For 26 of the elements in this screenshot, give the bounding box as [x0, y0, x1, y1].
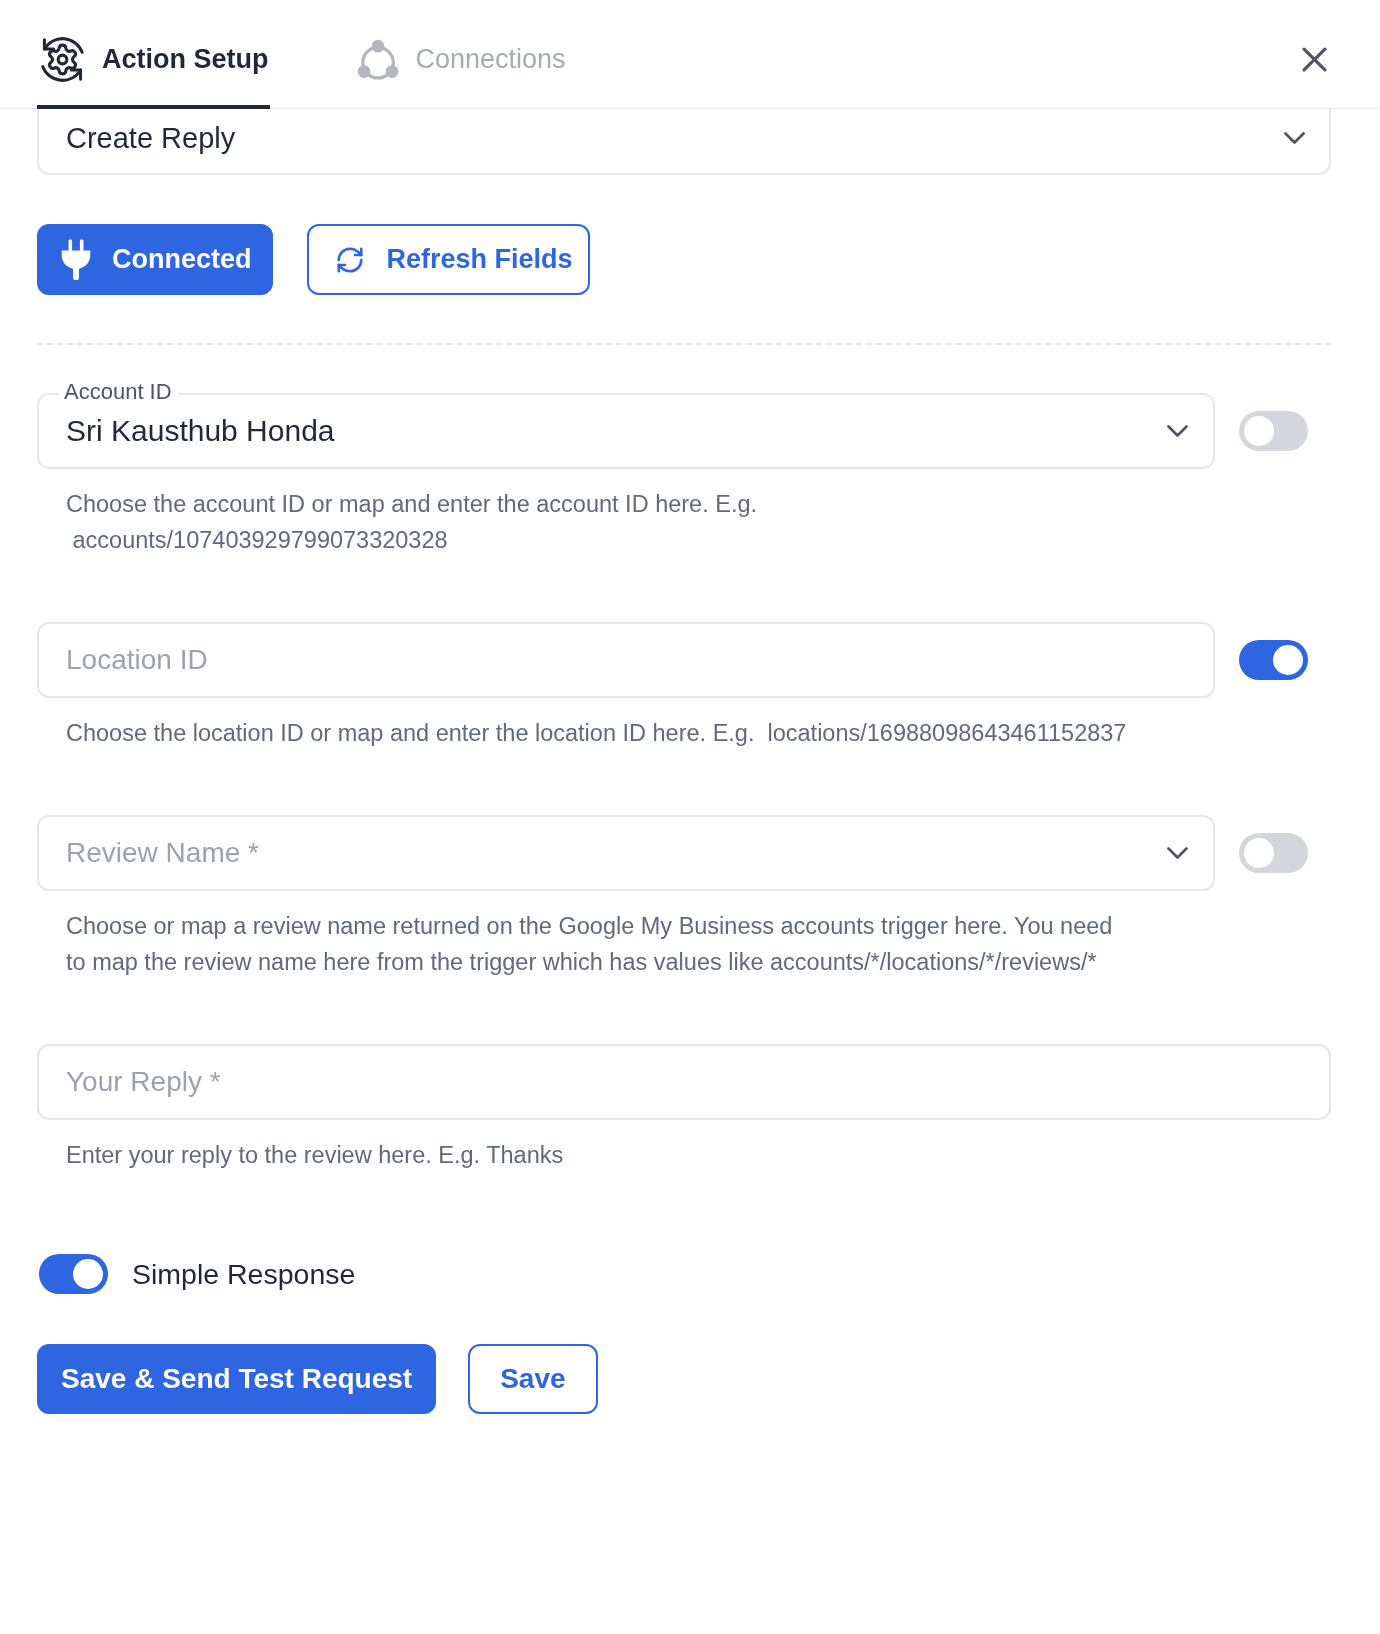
refresh-icon — [334, 244, 365, 275]
help-text: Choose the account ID or map and enter the account ID here. E.g. accounts/107403929799073320328 — [65, 490, 759, 555]
refresh-fields-button[interactable]: Refresh Fields — [306, 224, 590, 295]
chevron-down-icon — [1167, 425, 1188, 437]
tab[interactable]: Action Setup — [37, 0, 270, 109]
connected-button[interactable]: Connected — [37, 224, 273, 295]
toggle-switch[interactable] — [39, 1254, 108, 1294]
help-text: Choose or map a review name returned on the Google My Business accounts trigger here. You need to map the review name here from the trigger which has values like accounts/*/locations/*/reviews/* — [65, 912, 1114, 977]
input-field[interactable]: Location ID — [37, 622, 1215, 698]
toggle-switch[interactable] — [1239, 833, 1308, 873]
connected-nodes-icon — [356, 39, 399, 80]
plug-icon — [61, 239, 91, 280]
toggle-label: Simple Response — [132, 1257, 356, 1291]
chevron-down-icon — [1284, 132, 1305, 144]
help-text: Choose the location ID or map and enter the location ID here. E.g. locations/16988098643461152837 — [65, 719, 1128, 748]
chevron-down-icon — [1167, 847, 1188, 859]
action-dropdown[interactable]: Create Reply — [37, 109, 1331, 175]
toggle-switch[interactable] — [1239, 640, 1308, 680]
send-test-request-button[interactable]: Save & Send Test Request — [37, 1344, 437, 1414]
help-text: Enter your reply to the review here. E.g. Thanks — [65, 1141, 565, 1170]
save-button[interactable]: Save — [468, 1344, 598, 1414]
close-button[interactable] — [1302, 46, 1327, 72]
input-field[interactable]: Your Reply * — [37, 1044, 1331, 1120]
toggle-switch[interactable] — [1239, 411, 1308, 451]
close-icon — [1302, 46, 1327, 72]
gear-sync-icon — [40, 37, 85, 82]
